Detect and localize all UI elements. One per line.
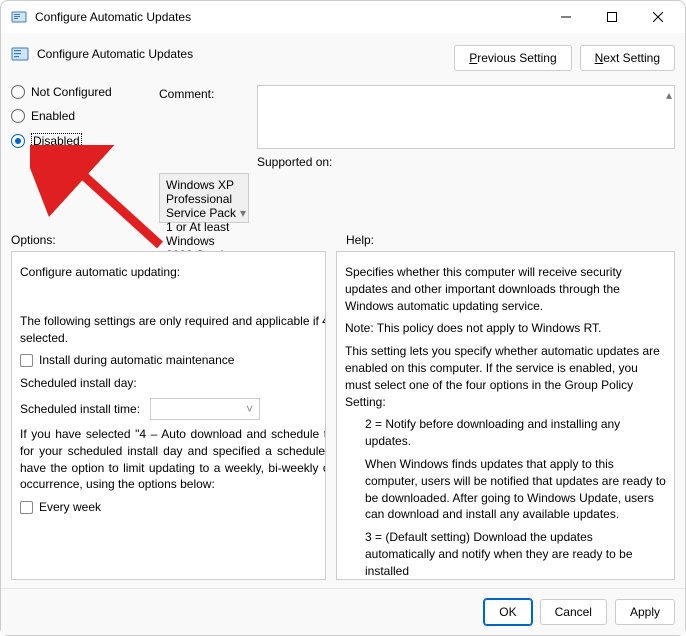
- scroll-up-icon[interactable]: ▴: [666, 88, 672, 102]
- schedule-description-text: If you have selected "4 – Auto download …: [20, 426, 326, 493]
- content-area: Configure Automatic Updates Previous Set…: [1, 33, 685, 588]
- help-label: Help:: [346, 233, 374, 247]
- comment-label: Comment:: [159, 85, 249, 101]
- checkbox-icon: [20, 354, 33, 367]
- required-settings-text: The following settings are only required…: [20, 313, 326, 347]
- checkbox-icon: [20, 501, 33, 514]
- help-paragraph: 2 = Notify before downloading and instal…: [345, 416, 666, 450]
- header-title: Configure Automatic Updates: [37, 47, 193, 61]
- scheduled-time-label: Scheduled install time:: [20, 401, 140, 418]
- disabled-radio[interactable]: Disabled: [11, 133, 151, 149]
- scheduled-day-row: Scheduled install day:: [20, 375, 326, 392]
- apply-button[interactable]: Apply: [615, 599, 675, 625]
- next-setting-button[interactable]: Next Setting: [580, 45, 675, 71]
- help-paragraph: Specifies whether this computer will rec…: [345, 264, 666, 314]
- top-settings-grid: Not Configured Enabled Disabled Comment:…: [11, 85, 675, 223]
- scroll-down-icon[interactable]: ▾: [240, 206, 246, 220]
- configure-updating-label: Configure automatic updating:: [20, 264, 326, 281]
- panes: Configure automatic updating: The follow…: [11, 251, 675, 580]
- titlebar: Configure Automatic Updates: [1, 1, 685, 33]
- radio-label: Enabled: [31, 109, 75, 123]
- previous-setting-button[interactable]: Previous Setting: [454, 45, 571, 71]
- ok-button[interactable]: OK: [484, 599, 531, 625]
- checkbox-label: Every week: [39, 499, 101, 516]
- app-icon: [11, 9, 27, 25]
- footer: OK Cancel Apply: [1, 588, 685, 635]
- supported-on-label: Supported on:: [257, 153, 675, 169]
- scheduled-time-select[interactable]: ˅: [150, 398, 260, 420]
- dialog-window: Configure Automatic Updates Configure Au…: [0, 0, 686, 636]
- checkbox-label: Install during automatic maintenance: [39, 352, 234, 369]
- scheduled-time-row: Scheduled install time: ˅: [20, 398, 326, 420]
- help-paragraph: Note: This policy does not apply to Wind…: [345, 320, 666, 337]
- minimize-button[interactable]: [543, 2, 589, 32]
- supported-on-box: Windows XP Professional Service Pack 1 o…: [159, 173, 249, 223]
- window-title: Configure Automatic Updates: [35, 10, 543, 24]
- help-paragraph: When Windows finds updates that apply to…: [345, 456, 666, 523]
- every-week-checkbox[interactable]: Every week: [20, 499, 326, 516]
- radio-icon: [11, 134, 25, 148]
- comment-textbox[interactable]: ▴: [257, 85, 675, 149]
- not-configured-radio[interactable]: Not Configured: [11, 85, 151, 99]
- policy-icon: [11, 45, 29, 63]
- header: Configure Automatic Updates Previous Set…: [11, 41, 675, 81]
- install-maintenance-checkbox[interactable]: Install during automatic maintenance: [20, 352, 326, 369]
- cancel-button[interactable]: Cancel: [540, 599, 607, 625]
- enabled-radio[interactable]: Enabled: [11, 109, 151, 123]
- radio-label: Disabled: [31, 133, 82, 149]
- maximize-button[interactable]: [589, 2, 635, 32]
- help-paragraph: This setting lets you specify whether au…: [345, 343, 666, 410]
- radio-label: Not Configured: [31, 85, 112, 99]
- help-pane[interactable]: Specifies whether this computer will rec…: [336, 251, 675, 580]
- options-pane[interactable]: Configure automatic updating: The follow…: [11, 251, 326, 580]
- pane-labels: Options: Help:: [11, 233, 675, 247]
- radio-icon: [11, 85, 25, 99]
- scheduled-day-label: Scheduled install day:: [20, 375, 137, 392]
- help-paragraph: 3 = (Default setting) Download the updat…: [345, 529, 666, 579]
- state-radio-group: Not Configured Enabled Disabled: [11, 85, 151, 149]
- close-button[interactable]: [635, 2, 681, 32]
- radio-icon: [11, 109, 25, 123]
